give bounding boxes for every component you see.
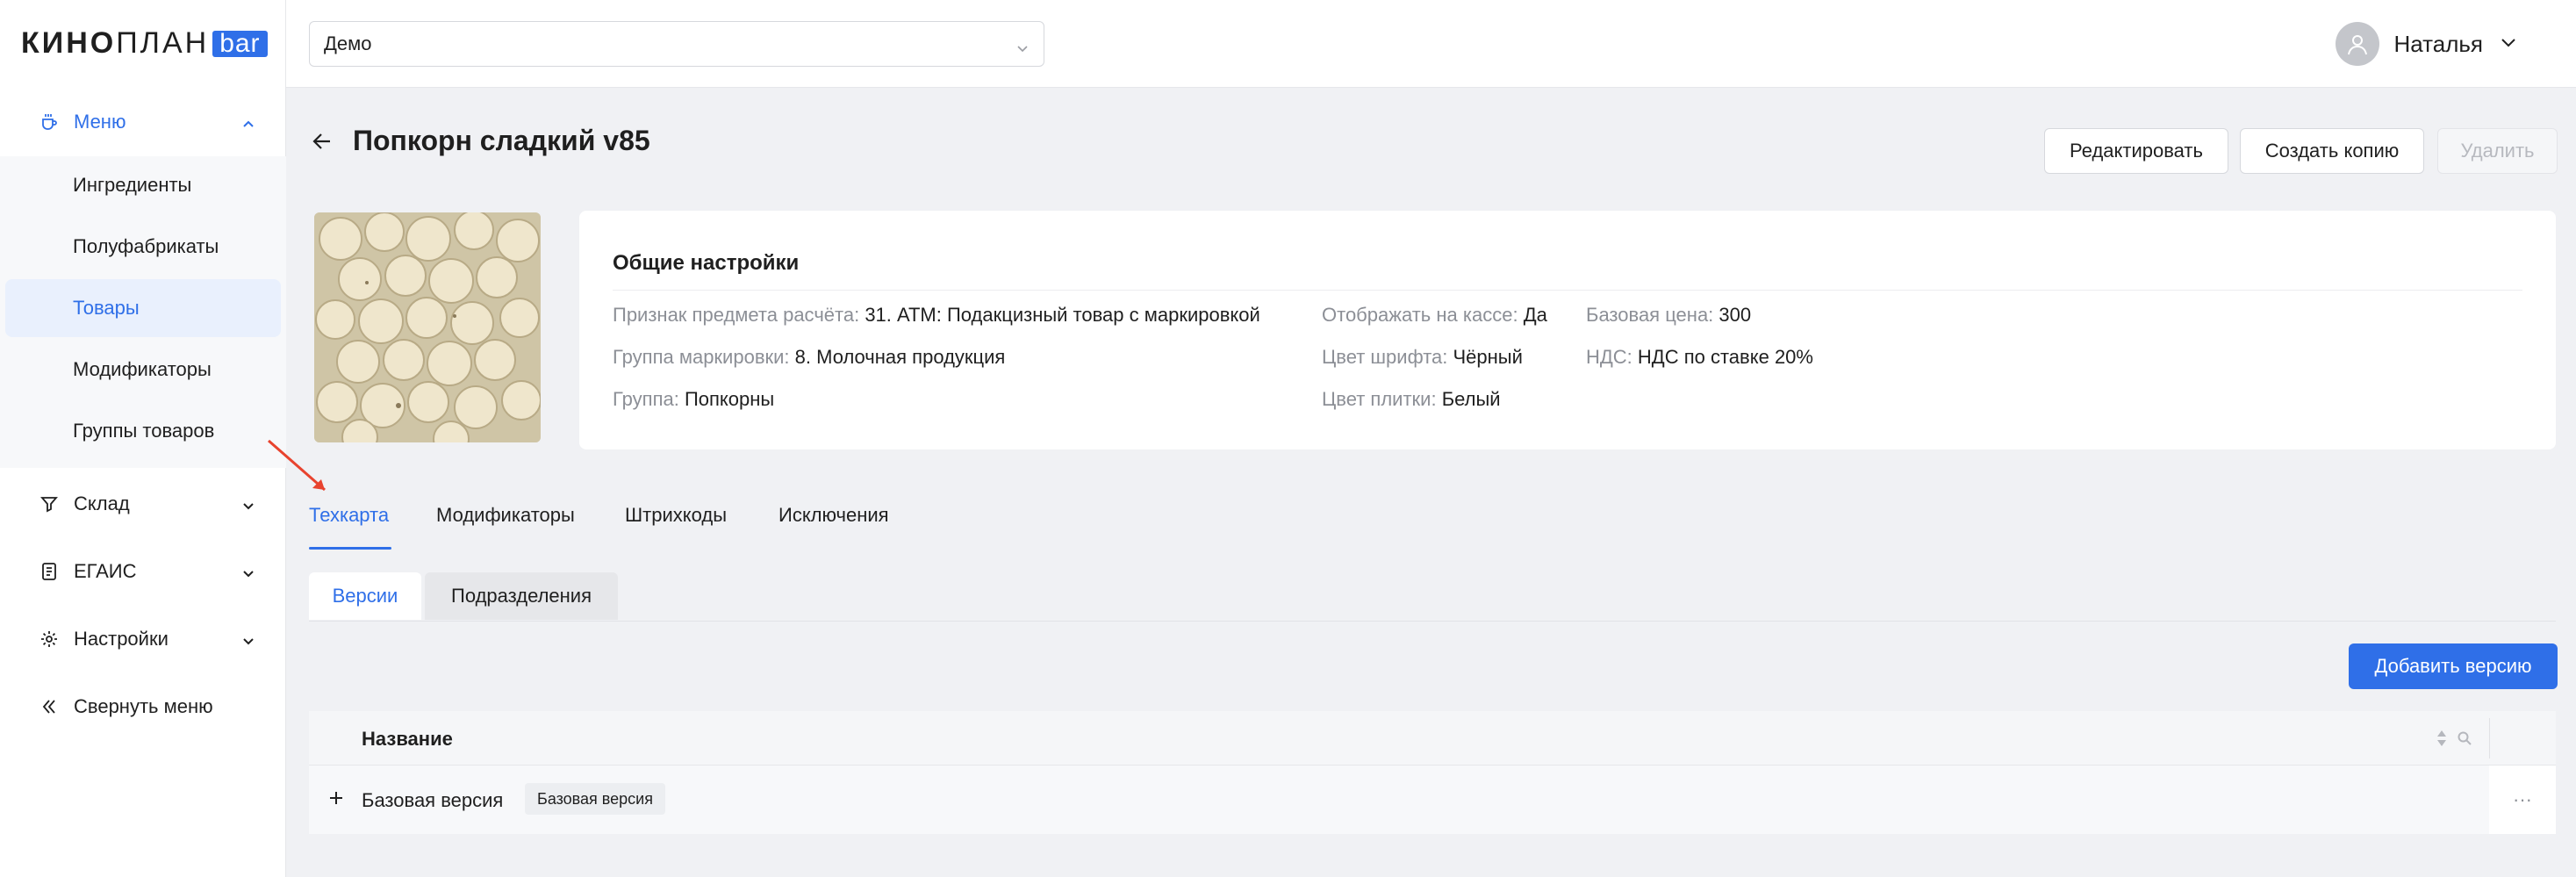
sidebar-item-product-groups[interactable]: Группы товаров <box>5 402 281 460</box>
page-header: Попкорн сладкий v85 <box>309 125 650 157</box>
create-copy-button[interactable]: Создать копию <box>2240 128 2424 174</box>
field-key: Базовая цена: <box>1586 304 1714 326</box>
document-icon <box>39 561 60 582</box>
field-value: Белый <box>1441 388 1501 410</box>
field-tile-color: Цвет плитки: Белый <box>1322 388 1501 411</box>
field-key: Группа маркировки: <box>613 346 790 368</box>
sidebar: КИНО ПЛАН bar Меню Ингредиенты Полуфабрика… <box>0 0 286 877</box>
delete-button: Удалить <box>2437 128 2558 174</box>
column-header-controls <box>2436 729 2472 748</box>
field-vat: НДС: НДС по ставке 20% <box>1586 346 1813 369</box>
collapse-menu-label: Свернуть меню <box>74 695 213 717</box>
field-key: Цвет плитки: <box>1322 388 1437 410</box>
general-settings-card: Общие настройки Признак предмета расчёта… <box>579 211 2556 449</box>
field-key: Цвет шрифта: <box>1322 346 1448 368</box>
field-base-price: Базовая цена: 300 <box>1586 304 1751 327</box>
user-name: Наталья <box>2393 30 2483 57</box>
version-name: Базовая версия <box>362 789 504 811</box>
chevron-down-icon <box>240 564 256 586</box>
edit-button[interactable]: Редактировать <box>2044 128 2228 174</box>
field-show-on-cashbox: Отображать на кассе: Да <box>1322 304 1547 327</box>
field-key: Группа: <box>613 388 679 410</box>
sidebar-group-settings[interactable]: Настройки <box>0 607 286 671</box>
collapse-menu-button[interactable]: Свернуть меню <box>0 675 286 738</box>
base-version-badge: Базовая версия <box>525 783 665 815</box>
sidebar-group-label: Склад <box>74 492 130 514</box>
chevron-down-icon <box>240 496 256 519</box>
expand-plus-icon[interactable] <box>323 785 349 811</box>
sub-tabs: Версии Подразделения <box>309 572 2556 622</box>
avatar <box>2336 22 2380 66</box>
sidebar-group-warehouse[interactable]: Склад <box>0 472 286 536</box>
page-title: Попкорн сладкий v85 <box>353 125 650 156</box>
sidebar-submenu: Ингредиенты Полуфабрикаты Товары Модифик… <box>0 156 286 468</box>
sidebar-item-label: Модификаторы <box>73 358 212 380</box>
cinema-select[interactable]: Демо <box>309 21 1044 67</box>
coffee-cup-icon <box>39 111 60 133</box>
logo-text-thin: ПЛАН <box>116 26 210 60</box>
tab-exceptions[interactable]: Исключения <box>779 504 889 543</box>
row-actions-button[interactable]: ··· <box>2489 766 2556 834</box>
sidebar-item-label: Полуфабрикаты <box>73 235 219 257</box>
field-key: Отображать на кассе: <box>1322 304 1518 326</box>
top-bar: Демо Наталья <box>286 0 2576 88</box>
user-menu[interactable]: Наталья <box>2336 21 2518 67</box>
tab-modifiers[interactable]: Модификаторы <box>436 504 575 543</box>
sidebar-item-label: Группы товаров <box>73 420 215 442</box>
chevron-up-icon <box>240 114 256 137</box>
search-icon[interactable] <box>2457 730 2472 746</box>
field-value: 31. АТМ: Подакцизный товар с маркировкой <box>865 304 1260 326</box>
product-photo <box>314 212 541 442</box>
main-tabs: Техкарта Модификаторы Штрихкоды Исключен… <box>309 488 2556 550</box>
logo-badge: bar <box>212 30 268 57</box>
field-key: НДС: <box>1586 346 1632 368</box>
chevron-down-icon <box>2499 31 2518 58</box>
field-group: Группа: Попкорны <box>613 388 774 411</box>
back-arrow-icon[interactable] <box>309 128 335 155</box>
sidebar-item-label: Товары <box>73 297 140 319</box>
sort-icon[interactable] <box>2436 729 2448 748</box>
field-value: НДС по ставке 20% <box>1637 346 1813 368</box>
subtab-departments[interactable]: Подразделения <box>425 572 618 620</box>
field-font-color: Цвет шрифта: Чёрный <box>1322 346 1523 369</box>
chevron-down-icon <box>240 631 256 654</box>
tab-barcodes[interactable]: Штрихкоды <box>625 504 727 543</box>
logo[interactable]: КИНО ПЛАН bar <box>21 26 268 61</box>
field-value: Да <box>1523 304 1547 326</box>
sidebar-group-label: Настройки <box>74 628 169 650</box>
add-version-button[interactable]: Добавить версию <box>2349 643 2558 689</box>
sidebar-item-modifiers[interactable]: Модификаторы <box>5 341 281 399</box>
logo-text-bold: КИНО <box>21 26 117 60</box>
sidebar-item-semifinished[interactable]: Полуфабрикаты <box>5 218 281 276</box>
active-tab-indicator <box>309 547 391 550</box>
field-marking-group: Группа маркировки: 8. Молочная продукция <box>613 346 1005 369</box>
cinema-select-value: Демо <box>324 32 372 54</box>
subtab-versions[interactable]: Версии <box>309 572 421 620</box>
gear-icon <box>39 629 60 650</box>
sidebar-group-egais[interactable]: ЕГАИС <box>0 540 286 603</box>
sidebar-group-label: ЕГАИС <box>74 560 137 582</box>
sidebar-item-goods[interactable]: Товары <box>5 279 281 337</box>
column-separator <box>2489 718 2490 758</box>
double-chevron-left-icon <box>39 696 60 717</box>
sidebar-group-menu[interactable]: Меню <box>0 90 286 154</box>
field-value: 8. Молочная продукция <box>794 346 1006 368</box>
field-payment-subject: Признак предмета расчёта: 31. АТМ: Подак… <box>613 304 1260 327</box>
table-header: Название <box>309 711 2556 766</box>
funnel-glass-icon <box>39 493 60 514</box>
sidebar-item-ingredients[interactable]: Ингредиенты <box>5 156 281 214</box>
column-header-name[interactable]: Название <box>362 728 453 751</box>
sidebar-group-label: Меню <box>74 111 126 133</box>
card-divider <box>613 290 2522 291</box>
chevron-down-icon <box>1015 38 1030 61</box>
sidebar-item-label: Ингредиенты <box>73 174 192 196</box>
versions-table: Название Базовая версия Базовая версия ·… <box>309 711 2556 834</box>
table-row[interactable]: Базовая версия Базовая версия <box>309 766 2489 834</box>
field-value: Попкорны <box>684 388 775 410</box>
card-title: Общие настройки <box>613 251 800 275</box>
field-key: Признак предмета расчёта: <box>613 304 860 326</box>
field-value: Чёрный <box>1453 346 1523 368</box>
field-value: 300 <box>1719 304 1752 326</box>
tab-techcard[interactable]: Техкарта <box>309 504 389 543</box>
